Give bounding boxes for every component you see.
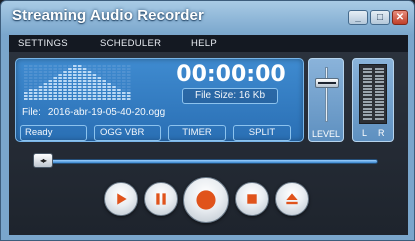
menu-scheduler[interactable]: SCHEDULER (100, 38, 161, 49)
play-button[interactable] (104, 182, 138, 216)
eject-icon (286, 193, 298, 205)
status-indicator: Ready (20, 125, 87, 141)
level-label: LEVEL (311, 129, 341, 139)
maximize-button[interactable]: □ (370, 10, 390, 25)
stop-icon (247, 194, 257, 204)
spectrum-visualizer (24, 65, 131, 100)
record-icon (196, 190, 216, 210)
right-channel-label: R (378, 128, 385, 138)
vu-meter-display (359, 64, 387, 124)
app-window: Streaming Audio Recorder _ □ ✕ SETTINGS … (0, 0, 415, 241)
timer-button[interactable]: TIMER (168, 125, 226, 141)
split-button[interactable]: SPLIT (233, 125, 291, 141)
record-button[interactable] (183, 177, 229, 223)
menu-bar: SETTINGS SCHEDULER HELP (9, 35, 408, 52)
format-selector[interactable]: OGG VBR (94, 125, 161, 141)
file-label: File: (22, 107, 41, 118)
left-channel-label: L (362, 128, 368, 138)
stop-button[interactable] (235, 182, 269, 216)
level-slider-thumb[interactable] (315, 78, 339, 89)
seek-bar[interactable] (38, 159, 378, 164)
file-size: File Size: 16 Kb (182, 88, 278, 104)
eject-button[interactable] (275, 182, 309, 216)
recorder-panel: 00:00:00 File Size: 16 Kb File: 2016-abr-… (9, 52, 408, 235)
window-title: Streaming Audio Recorder (12, 7, 204, 24)
play-icon (117, 193, 127, 205)
vu-meter: L R (352, 58, 394, 142)
file-info: File: 2016-abr-19-05-40-20.ogg (22, 107, 165, 118)
left-channel-meter (363, 68, 372, 121)
level-control: LEVEL (308, 58, 344, 142)
close-button[interactable]: ✕ (392, 10, 408, 25)
seek-thumb[interactable]: ◂▸ (33, 153, 53, 168)
minimize-button[interactable]: _ (348, 10, 368, 25)
menu-help[interactable]: HELP (191, 38, 217, 49)
level-track[interactable] (325, 67, 328, 122)
menu-settings[interactable]: SETTINGS (18, 38, 68, 49)
elapsed-time: 00:00:00 (176, 62, 286, 87)
pause-button[interactable] (144, 182, 178, 216)
file-name: 2016-abr-19-05-40-20.ogg (47, 107, 166, 118)
title-bar[interactable]: Streaming Audio Recorder _ □ ✕ (1, 1, 414, 35)
lcd-display: 00:00:00 File Size: 16 Kb File: 2016-abr-… (15, 58, 304, 142)
right-channel-meter (375, 68, 384, 121)
pause-icon (156, 193, 166, 205)
